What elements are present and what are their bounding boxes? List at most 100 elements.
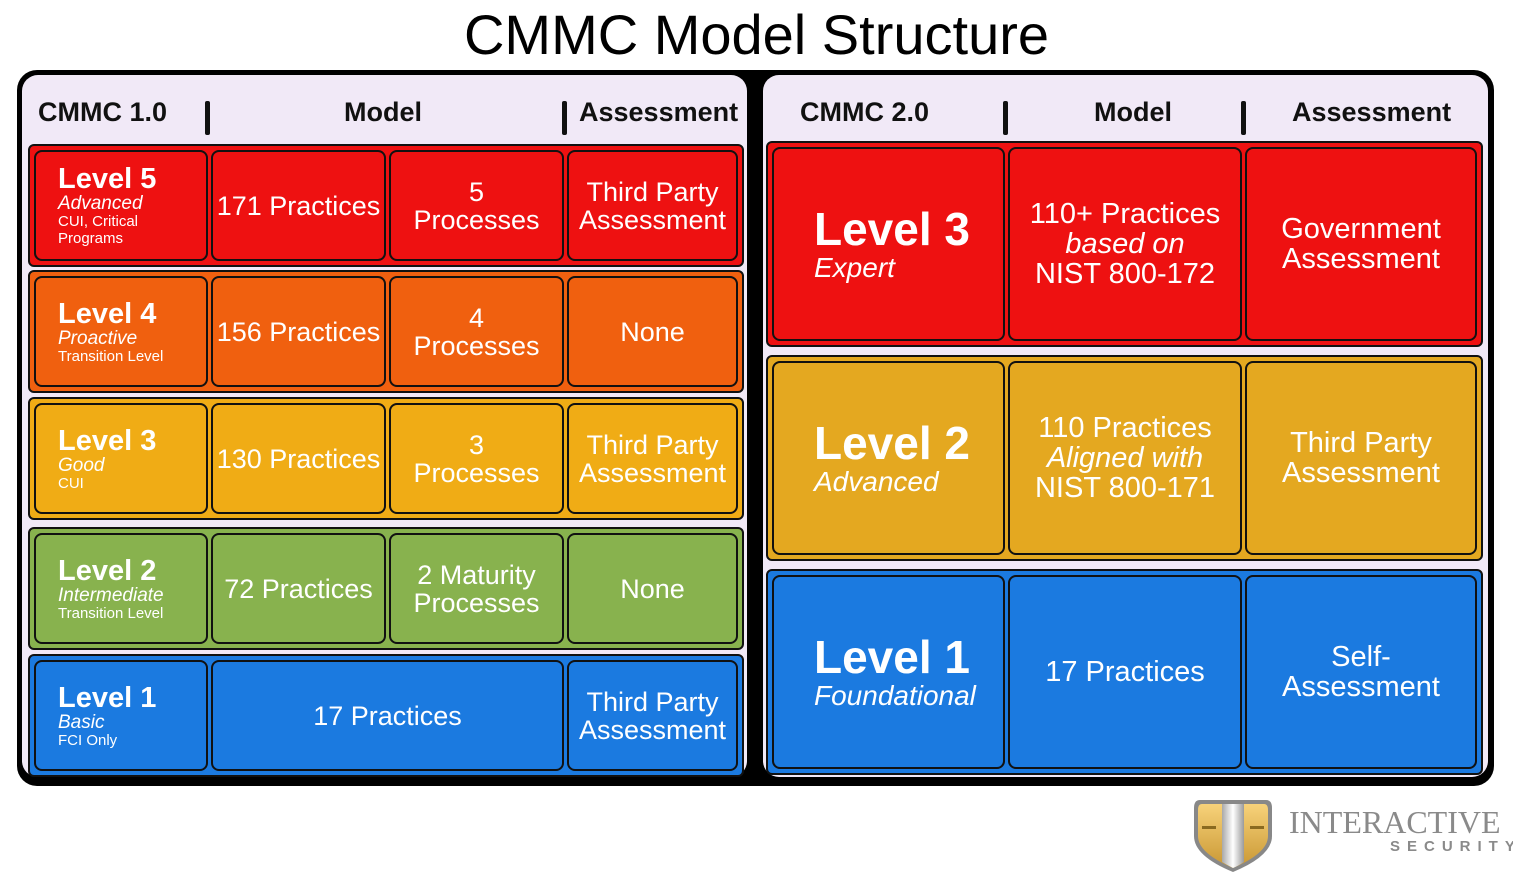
level-cell: Level 4 Proactive Transition Level bbox=[34, 276, 208, 387]
level-cell: Level 5 Advanced CUI, Critical Programs bbox=[34, 150, 208, 261]
practices-cell: 17 Practices bbox=[211, 660, 564, 771]
practices-text: 171 Practices bbox=[216, 190, 381, 221]
practices-cell: 110 Practices Aligned with NIST 800-171 bbox=[1008, 361, 1242, 555]
level-number: Level 1 bbox=[814, 631, 970, 683]
level-description: CUI, Critical Programs bbox=[58, 213, 139, 247]
practices-text: 130 Practices bbox=[216, 443, 381, 474]
cmmc1-level-row: Level 5 Advanced CUI, Critical Programs … bbox=[28, 144, 744, 267]
practices-text: 156 Practices bbox=[216, 316, 381, 347]
level-name: Advanced bbox=[58, 193, 143, 214]
level-number: Level 4 bbox=[58, 297, 157, 330]
level-description: Transition Level bbox=[58, 604, 164, 622]
level-cell: Level 3 Expert bbox=[772, 147, 1005, 341]
cmmc1-version-label: CMMC 1.0 bbox=[38, 97, 168, 127]
header-divider bbox=[1003, 101, 1008, 135]
level-name: Basic bbox=[58, 711, 105, 733]
assessment-text: Third Party Assessment bbox=[578, 176, 727, 235]
cmmc1-panel: CMMC 1.0 Model Assessment Level 5 Advanc… bbox=[22, 75, 747, 777]
assessment-text: Third Party Assessment bbox=[1282, 427, 1440, 489]
practices-note: based on bbox=[1065, 228, 1185, 260]
level-number: Level 5 bbox=[58, 163, 157, 195]
logo-brand-text: INTERACTIVE bbox=[1289, 804, 1501, 840]
processes-cell: 3 Processes bbox=[389, 403, 564, 514]
practices-cell: 171 Practices bbox=[211, 150, 386, 261]
level-name: Foundational bbox=[814, 680, 976, 711]
processes-cell: 2 Maturity Processes bbox=[389, 533, 564, 644]
level-cell: Level 2 Advanced bbox=[772, 361, 1005, 555]
cmmc2-level-row: Level 2 Advanced 110 Practices Aligned w… bbox=[766, 355, 1483, 561]
practices-cell: 130 Practices bbox=[211, 403, 386, 514]
practices-cell: 110+ Practices based on NIST 800-172 bbox=[1008, 147, 1242, 341]
practices-text: 72 Practices bbox=[224, 573, 373, 604]
processes-text: 3 Processes bbox=[413, 429, 540, 488]
assessment-cell: None bbox=[567, 533, 738, 644]
level-number: Level 3 bbox=[814, 203, 970, 255]
level-name: Expert bbox=[814, 252, 895, 283]
level-description: Transition Level bbox=[58, 347, 164, 365]
assessment-cell: Government Assessment bbox=[1245, 147, 1477, 341]
practices-cell: 17 Practices bbox=[1008, 575, 1242, 769]
practices-text: 17 Practices bbox=[313, 700, 462, 731]
processes-cell: 4 Processes bbox=[389, 276, 564, 387]
cmmc2-level-row: Level 1 Foundational 17 Practices Self-A… bbox=[766, 569, 1483, 775]
interactive-security-logo: INTERACTIVE SECURITY bbox=[1192, 796, 1513, 876]
assessment-cell: Self-Assessment bbox=[1245, 575, 1477, 769]
practices-reference: NIST 800-171 bbox=[1034, 472, 1216, 504]
cmmc2-header: CMMC 2.0 Model Assessment bbox=[763, 75, 1488, 145]
level-description: CUI bbox=[58, 474, 84, 492]
level-name: Advanced bbox=[814, 466, 939, 497]
assessment-text: Third Party Assessment bbox=[578, 686, 727, 745]
cmmc2-model-label: Model bbox=[1094, 97, 1172, 127]
cmmc1-level-row: Level 4 Proactive Transition Level 156 P… bbox=[28, 270, 744, 393]
practices-text: 110+ Practices bbox=[1029, 198, 1221, 230]
level-name: Intermediate bbox=[58, 584, 164, 606]
level-number: Level 2 bbox=[814, 417, 970, 469]
level-number: Level 3 bbox=[58, 424, 157, 457]
processes-text: 4 Processes bbox=[413, 302, 540, 361]
practices-reference: NIST 800-172 bbox=[1034, 258, 1216, 290]
level-cell: Level 1 Basic FCI Only bbox=[34, 660, 208, 771]
header-divider bbox=[562, 101, 567, 135]
header-divider bbox=[205, 101, 210, 135]
level-number: Level 2 bbox=[58, 554, 157, 587]
assessment-text: None bbox=[620, 573, 685, 604]
cmmc2-assessment-label: Assessment bbox=[1292, 97, 1452, 127]
level-name: Good bbox=[58, 454, 105, 476]
cmmc1-model-label: Model bbox=[344, 97, 422, 127]
level-number: Level 1 bbox=[58, 681, 157, 714]
assessment-text: Third Party Assessment bbox=[578, 429, 727, 488]
page-title: CMMC Model Structure bbox=[463, 3, 1050, 66]
model-frame: CMMC 1.0 Model Assessment Level 5 Advanc… bbox=[17, 70, 1494, 786]
cmmc1-assessment-label: Assessment bbox=[579, 97, 739, 127]
level-cell: Level 1 Foundational bbox=[772, 575, 1005, 769]
assessment-text: Self-Assessment bbox=[1282, 641, 1440, 703]
assessment-cell: Third Party Assessment bbox=[1245, 361, 1477, 555]
header-divider bbox=[1241, 101, 1246, 135]
level-cell: Level 2 Intermediate Transition Level bbox=[34, 533, 208, 644]
cmmc1-level-row: Level 2 Intermediate Transition Level 72… bbox=[28, 527, 744, 650]
level-name: Proactive bbox=[58, 327, 138, 349]
shield-icon bbox=[1194, 800, 1272, 872]
assessment-cell: None bbox=[567, 276, 738, 387]
processes-cell: 5 Processes bbox=[389, 150, 564, 261]
practices-cell: 156 Practices bbox=[211, 276, 386, 387]
cmmc1-level-row: Level 3 Good CUI 130 Practices 3 Process… bbox=[28, 397, 744, 520]
practices-text: 17 Practices bbox=[1045, 656, 1205, 688]
practices-cell: 72 Practices bbox=[211, 533, 386, 644]
cmmc2-panel: CMMC 2.0 Model Assessment Level 3 Expert… bbox=[763, 75, 1488, 777]
cmmc2-version-label: CMMC 2.0 bbox=[800, 97, 930, 127]
assessment-cell: Third Party Assessment bbox=[567, 150, 738, 261]
practices-text: 110 Practices bbox=[1038, 412, 1212, 444]
practices-note: Aligned with bbox=[1046, 442, 1204, 474]
cmmc2-level-row: Level 3 Expert 110+ Practices based on N… bbox=[766, 141, 1483, 347]
processes-text: 5 Processes bbox=[413, 176, 540, 235]
processes-text: 2 Maturity Processes bbox=[413, 559, 540, 618]
level-cell: Level 3 Good CUI bbox=[34, 403, 208, 514]
logo-tagline-text: SECURITY bbox=[1390, 838, 1513, 855]
cmmc1-header: CMMC 1.0 Model Assessment bbox=[22, 75, 747, 145]
level-description: FCI Only bbox=[58, 731, 118, 749]
assessment-cell: Third Party Assessment bbox=[567, 403, 738, 514]
assessment-text: None bbox=[620, 316, 685, 347]
cmmc1-level-row: Level 1 Basic FCI Only 17 Practices Thir… bbox=[28, 654, 744, 777]
assessment-cell: Third Party Assessment bbox=[567, 660, 738, 771]
